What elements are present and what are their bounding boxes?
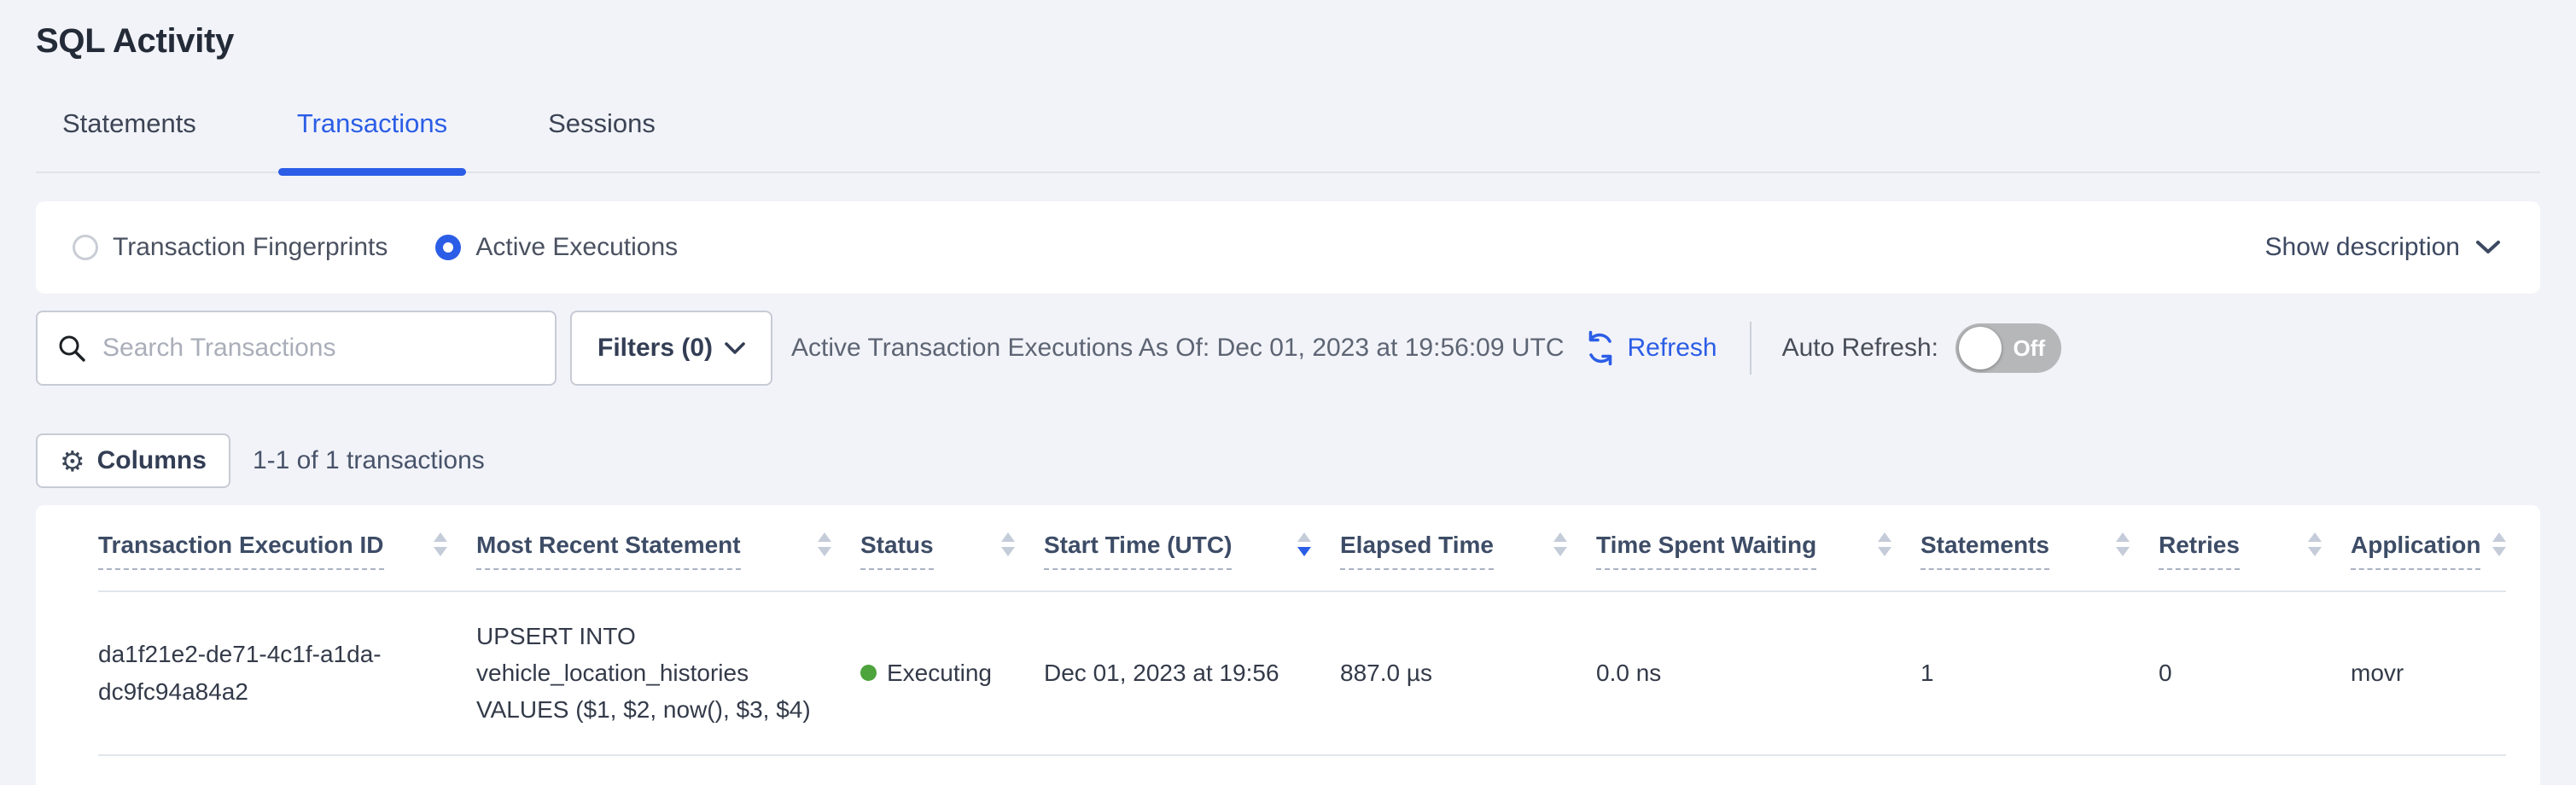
refresh-icon xyxy=(1582,329,1619,367)
cell-application: movr xyxy=(2351,654,2506,691)
column-header-statements[interactable]: Statements xyxy=(1920,531,2159,590)
cell-most-recent-statement[interactable]: UPSERT INTO vehicle_location_histories V… xyxy=(476,618,852,729)
tab-bar: Statements Transactions Sessions xyxy=(36,108,2540,173)
table-row[interactable]: da1f21e2-de71-4c1f-a1da-dc9fc94a84a2 UPS… xyxy=(98,592,2506,756)
chevron-down-icon xyxy=(725,342,745,355)
transactions-table: Transaction Execution ID Most Recent Sta… xyxy=(36,505,2540,785)
column-header-retries[interactable]: Retries xyxy=(2159,531,2351,590)
cell-elapsed-time: 887.0 µs xyxy=(1340,654,1596,691)
sort-arrows-icon[interactable] xyxy=(1878,532,1891,556)
auto-refresh-control: Auto Refresh: Off xyxy=(1782,323,2061,373)
executing-status-dot-icon xyxy=(860,665,877,681)
radio-active-executions[interactable]: Active Executions xyxy=(435,233,678,262)
cell-statements: 1 xyxy=(1920,654,2159,691)
column-header-time-spent-waiting[interactable]: Time Spent Waiting xyxy=(1596,531,1920,590)
tab-statements[interactable]: Statements xyxy=(62,108,196,172)
column-header-elapsed-time[interactable]: Elapsed Time xyxy=(1340,531,1596,590)
column-header-status[interactable]: Status xyxy=(860,531,1044,590)
sort-arrows-icon[interactable] xyxy=(1553,532,1567,556)
page-title: SQL Activity xyxy=(36,22,2540,61)
gear-icon: ⚙ xyxy=(60,445,85,478)
table-header-row: Transaction Execution ID Most Recent Sta… xyxy=(98,505,2506,592)
refresh-button[interactable]: Refresh xyxy=(1582,329,1717,367)
radio-unselected-icon xyxy=(73,235,98,260)
tab-sessions[interactable]: Sessions xyxy=(548,108,656,172)
column-header-most-recent-statement[interactable]: Most Recent Statement xyxy=(476,531,860,590)
result-count: 1-1 of 1 transactions xyxy=(253,446,485,475)
column-header-start-time[interactable]: Start Time (UTC) xyxy=(1044,531,1340,590)
sql-activity-page: SQL Activity Statements Transactions Ses… xyxy=(0,0,2576,785)
column-header-application[interactable]: Application xyxy=(2351,531,2506,590)
sort-arrows-icon[interactable] xyxy=(2492,532,2506,556)
cell-status: Executing xyxy=(860,654,1044,691)
sort-arrows-icon[interactable] xyxy=(434,532,447,556)
table-toolbar: ⚙ Columns 1-1 of 1 transactions xyxy=(36,433,2540,488)
tab-transactions[interactable]: Transactions xyxy=(297,108,447,172)
columns-button[interactable]: ⚙ Columns xyxy=(36,433,230,488)
cell-retries: 0 xyxy=(2159,654,2351,691)
auto-refresh-toggle[interactable]: Off xyxy=(1955,323,2061,373)
view-options-card: Transaction Fingerprints Active Executio… xyxy=(36,201,2540,294)
sort-arrows-icon[interactable] xyxy=(818,532,831,556)
search-input[interactable] xyxy=(102,334,538,363)
show-description-toggle[interactable]: Show description xyxy=(2265,233,2501,262)
sort-arrows-icon-active-desc[interactable] xyxy=(1297,532,1311,556)
search-box xyxy=(36,311,557,386)
column-header-transaction-execution-id[interactable]: Transaction Execution ID xyxy=(98,531,476,590)
sort-arrows-icon[interactable] xyxy=(2116,532,2130,556)
cell-execution-id[interactable]: da1f21e2-de71-4c1f-a1da-dc9fc94a84a2 xyxy=(98,636,476,710)
divider xyxy=(1750,322,1751,375)
filters-button[interactable]: Filters (0) xyxy=(570,311,772,386)
search-icon xyxy=(56,333,87,363)
controls-row: Filters (0) Active Transaction Execution… xyxy=(36,311,2540,386)
cell-time-spent-waiting: 0.0 ns xyxy=(1596,654,1920,691)
radio-selected-icon xyxy=(435,235,461,260)
chevron-down-icon xyxy=(2475,240,2501,255)
sort-arrows-icon[interactable] xyxy=(1001,532,1015,556)
toggle-knob xyxy=(1959,327,2002,369)
cell-start-time: Dec 01, 2023 at 19:56 xyxy=(1044,654,1340,691)
sort-arrows-icon[interactable] xyxy=(2308,532,2322,556)
as-of-timestamp: Active Transaction Executions As Of: Dec… xyxy=(791,334,1564,363)
toggle-state-label: Off xyxy=(2013,335,2045,362)
radio-transaction-fingerprints[interactable]: Transaction Fingerprints xyxy=(73,233,388,262)
